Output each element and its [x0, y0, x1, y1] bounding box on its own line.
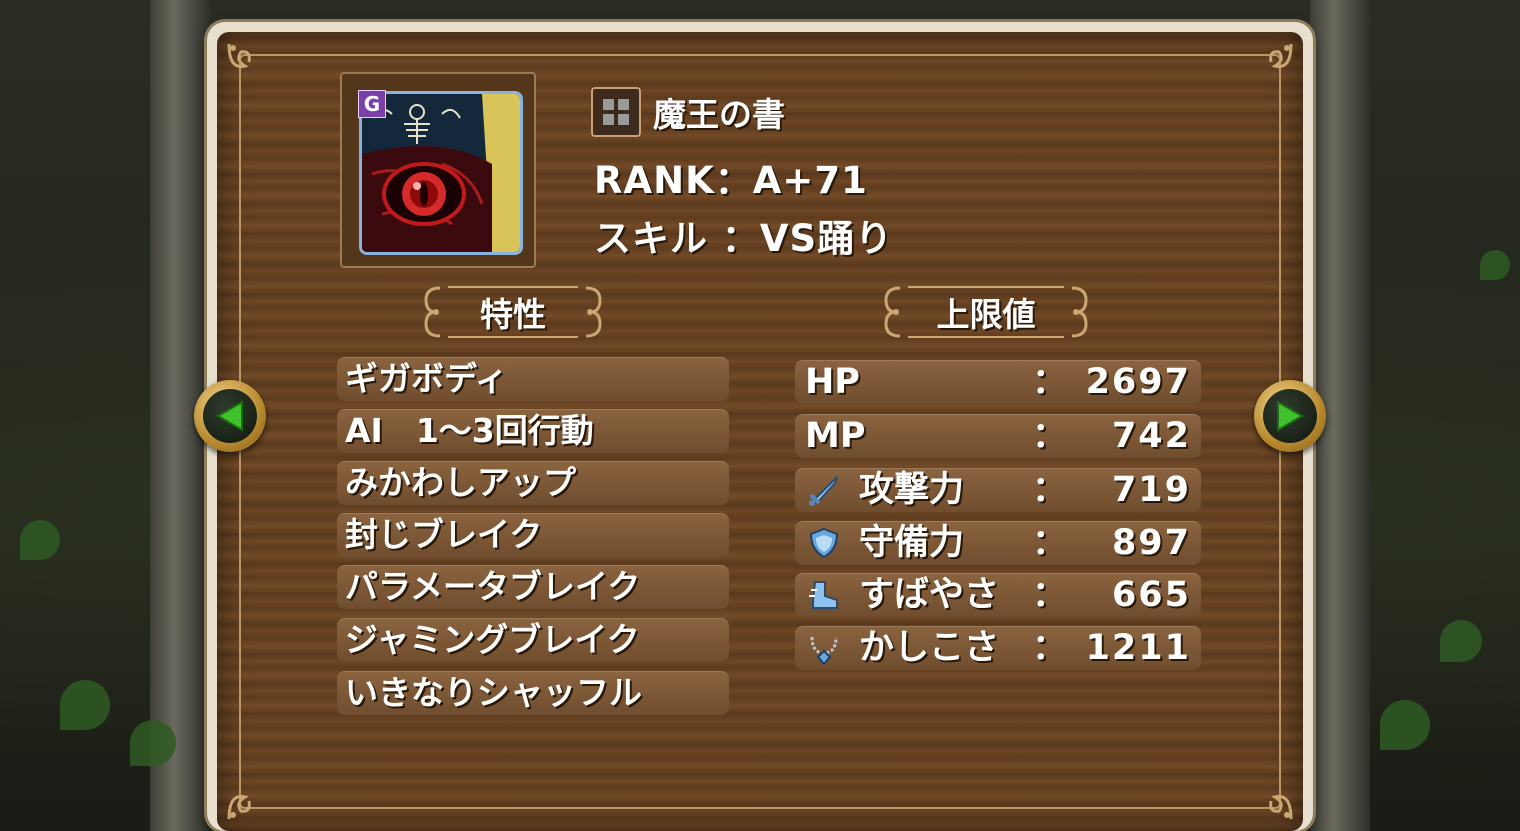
stat-row-hp: HP ： 2697 — [795, 360, 1201, 404]
stat-value: 719 — [1111, 470, 1191, 510]
leaf-decoration — [20, 520, 60, 560]
trait-item: いきなりシャッフル — [337, 671, 729, 715]
scroll-ornament-icon — [884, 286, 901, 338]
leaf-decoration — [60, 680, 110, 730]
stat-value: 742 — [1111, 416, 1191, 456]
stat-colon: ： — [1032, 416, 1068, 456]
traits-header: 特性 — [420, 282, 606, 342]
stat-label: HP — [805, 362, 860, 402]
stat-row-wisdom: かしこさ ： 1211 — [795, 626, 1201, 670]
stats-header: 上限値 — [880, 282, 1092, 342]
trait-item: AI 1～3回行動 — [337, 409, 729, 453]
leaf-decoration — [1480, 250, 1510, 280]
stat-row-attack: 攻撃力 ： 719 — [795, 468, 1201, 512]
stat-colon: ： — [1032, 628, 1068, 668]
stat-label: 守備力 — [859, 523, 965, 563]
stat-row-speed: すばやさ ： 665 — [795, 573, 1201, 617]
monster-name: 魔王の書 — [653, 95, 785, 134]
stat-label: 攻撃力 — [859, 470, 965, 510]
stat-label: MP — [805, 416, 866, 456]
stat-row-mp: MP ： 742 — [795, 414, 1201, 458]
stat-value: 665 — [1111, 575, 1191, 615]
scroll-ornament-icon — [1071, 286, 1088, 338]
next-monster-button[interactable] — [1254, 380, 1326, 452]
scroll-ornament-icon — [424, 286, 441, 338]
monster-portrait: G — [340, 72, 536, 268]
stats-header-label: 上限値 — [936, 295, 1036, 334]
trait-item: ギガボディ — [337, 357, 729, 401]
stat-value: 1211 — [1085, 628, 1191, 668]
boot-icon — [809, 581, 838, 609]
corner-ornament-icon — [225, 777, 271, 823]
shield-icon — [809, 527, 839, 559]
stat-value: 2697 — [1085, 362, 1191, 402]
sword-icon — [809, 476, 838, 506]
trait-item: 封じブレイク — [337, 513, 729, 557]
stat-colon: ： — [1032, 575, 1068, 615]
scroll-ornament-icon — [585, 286, 602, 338]
arrow-right-icon — [1277, 400, 1304, 432]
stat-label: かしこさ — [859, 628, 1000, 668]
stat-label: すばやさ — [859, 575, 1000, 615]
prev-monster-button[interactable] — [194, 380, 266, 452]
corner-ornament-icon — [1249, 40, 1295, 86]
leaf-decoration — [130, 720, 176, 766]
necklace-icon — [810, 636, 838, 665]
traits-header-label: 特性 — [480, 295, 546, 334]
trait-item: ジャミングブレイク — [337, 618, 729, 662]
monster-skill: スキル ：VS踊り — [594, 217, 894, 260]
stat-colon: ： — [1032, 523, 1068, 563]
monster-name-row: 魔王の書 — [591, 87, 785, 137]
book-type-icon — [591, 87, 641, 137]
grade-badge: G — [358, 90, 386, 118]
trait-item: みかわしアップ — [337, 461, 729, 505]
monster-info-frame: G 魔王の書 RANK：A+71 スキル ：VS踊り 特性 上限値 ギガボディ … — [207, 22, 1313, 831]
trait-item: パラメータブレイク — [337, 565, 729, 609]
leaf-decoration — [1440, 620, 1482, 662]
wood-panel: G 魔王の書 RANK：A+71 スキル ：VS踊り 特性 上限値 ギガボディ … — [217, 32, 1303, 831]
stat-row-defense: 守備力 ： 897 — [795, 521, 1201, 565]
stat-colon: ： — [1032, 470, 1068, 510]
arrow-left-icon — [216, 400, 243, 432]
corner-ornament-icon — [1249, 777, 1295, 823]
stat-value: 897 — [1111, 523, 1191, 563]
leaf-decoration — [1380, 700, 1430, 750]
corner-ornament-icon — [225, 40, 271, 86]
stat-colon: ： — [1032, 362, 1068, 402]
monster-rank: RANK：A+71 — [594, 159, 868, 202]
